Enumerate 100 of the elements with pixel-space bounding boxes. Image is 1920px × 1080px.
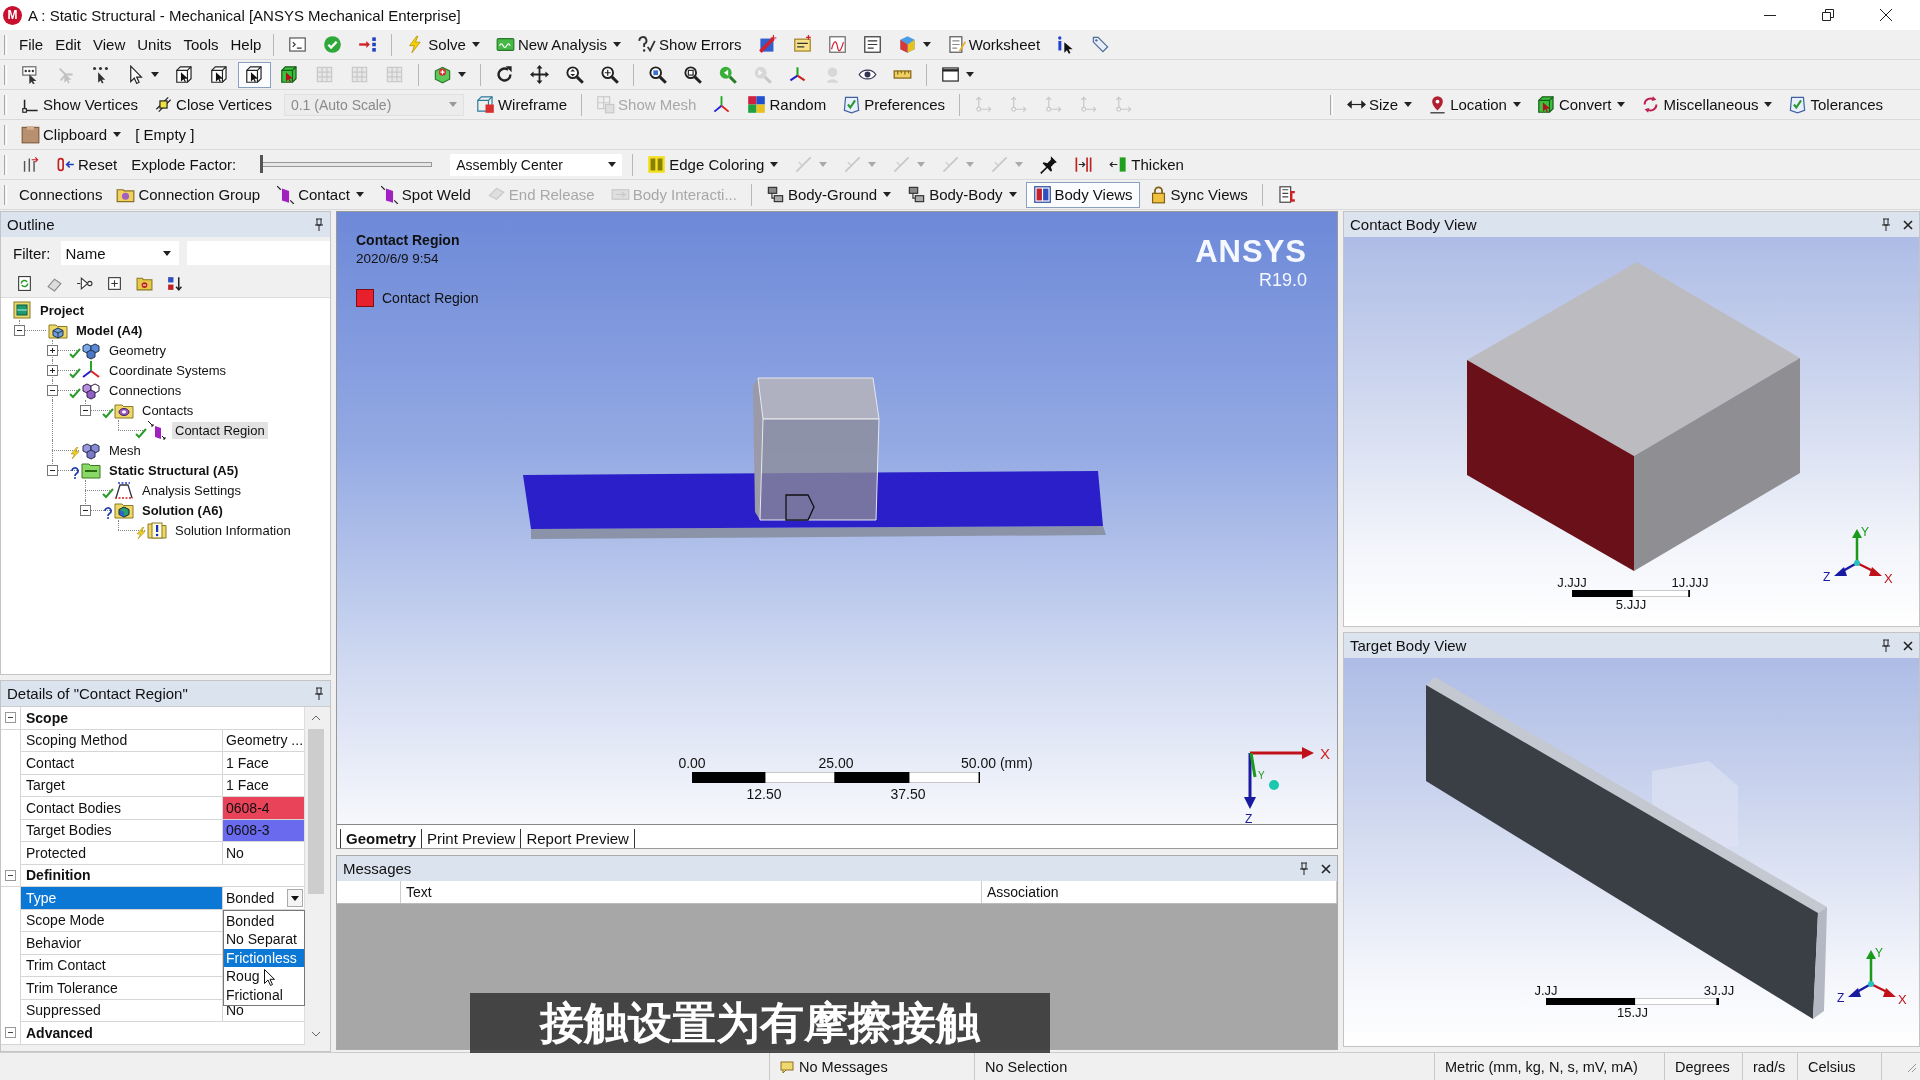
close-icon[interactable] — [1903, 219, 1913, 230]
toolbar-button[interactable]: Close Vertices — [147, 91, 279, 118]
chevron-down-icon[interactable] — [311, 1031, 321, 1037]
property-label[interactable]: Scope Mode — [20, 909, 223, 932]
filter-dropdown[interactable]: Name — [60, 241, 179, 265]
toolbar-button[interactable]: Sync Views — [1141, 181, 1255, 208]
close-icon[interactable] — [1903, 640, 1913, 651]
tree-item[interactable]: Geometry — [106, 341, 170, 359]
pin-icon[interactable] — [1881, 218, 1891, 231]
tool-button[interactable] — [238, 61, 271, 88]
collapse-icon[interactable] — [80, 505, 91, 516]
tree-item[interactable]: Contacts — [139, 401, 197, 419]
filter-input[interactable] — [186, 241, 330, 265]
unit-system[interactable]: Metric (mm, kg, N, s, mV, mA) — [1445, 1058, 1638, 1075]
tree-item[interactable]: Connections — [106, 381, 185, 399]
column-header[interactable]: Text — [401, 881, 982, 903]
pin-icon[interactable] — [1299, 862, 1309, 875]
expand-icon[interactable] — [47, 345, 58, 356]
toolbar-button[interactable]: Worksheet — [939, 31, 1048, 58]
refresh-icon[interactable] — [16, 274, 33, 292]
property-label[interactable]: Trim Contact — [20, 954, 223, 977]
graphics-viewport[interactable]: Contact Region 2020/6/9 9:54 Contact Region ANSYS R19.0 0.00 25.00 50.00 (mm) 12.50 37.50 X Y Z — [337, 212, 1337, 824]
property-label[interactable]: Scoping Method — [20, 729, 223, 752]
pin-icon[interactable] — [314, 687, 324, 700]
sort-icon[interactable] — [166, 274, 183, 292]
toolbar-button[interactable]: Edge Coloring — [640, 151, 786, 178]
toolbar-button[interactable]: New Analysis — [488, 31, 629, 58]
collapse-icon[interactable] — [47, 465, 58, 476]
tree-item[interactable]: Solution (A6) — [139, 501, 226, 519]
dropdown-field[interactable]: Assembly Center — [450, 153, 623, 176]
pin-icon[interactable] — [314, 218, 324, 231]
toolbar-button[interactable]: Reset — [49, 151, 125, 178]
dropdown-option[interactable]: Bonded — [224, 911, 304, 931]
scrollbar[interactable] — [304, 707, 327, 1045]
toolbar-button[interactable]: Body-Ground — [758, 181, 899, 208]
chevron-up-icon[interactable] — [311, 715, 321, 721]
block-model[interactable] — [1467, 262, 1800, 571]
dropdown-option[interactable]: Frictionless — [224, 948, 304, 968]
restore-icon[interactable] — [1822, 9, 1834, 21]
toolbar-button[interactable]: Clipboard — [14, 121, 129, 148]
tree-item[interactable]: Mesh — [106, 441, 144, 459]
tree-item[interactable]: Analysis Settings — [139, 481, 244, 499]
plate-and-block-model[interactable] — [523, 377, 1106, 539]
toolbar-button[interactable]: Wireframe — [468, 91, 575, 118]
collapse-icon[interactable] — [5, 869, 16, 881]
close-icon[interactable] — [1321, 863, 1331, 874]
property-label[interactable]: Target — [20, 774, 223, 797]
pin-icon[interactable] — [1881, 639, 1891, 652]
property-label[interactable]: Contact Bodies — [20, 797, 223, 820]
menu-item[interactable]: Tools — [177, 33, 225, 56]
property-label[interactable]: Contact — [20, 752, 223, 775]
toolbar-button[interactable]: Miscellaneous — [1634, 91, 1780, 118]
section-header[interactable]: Advanced — [20, 1022, 304, 1045]
toolbar-button[interactable]: Location — [1421, 91, 1528, 118]
expand-icon[interactable] — [47, 365, 58, 376]
slab-model[interactable] — [1426, 677, 1827, 1019]
temperature-unit[interactable]: Celsius — [1808, 1058, 1856, 1075]
toolbar-button[interactable]: Body-Body — [900, 181, 1024, 208]
collapse-icon[interactable] — [5, 1027, 16, 1039]
property-label[interactable]: Trim Tolerance — [20, 977, 223, 1000]
property-label[interactable]: Protected — [20, 842, 223, 865]
toolbar-button[interactable]: Contact — [269, 181, 371, 208]
section-header[interactable]: Scope — [20, 707, 304, 730]
menu-item[interactable]: File — [13, 33, 50, 56]
toolbar-button[interactable]: Size — [1340, 91, 1420, 118]
dropdown-option[interactable]: Roug — [224, 967, 304, 986]
menu-item[interactable]: Help — [224, 33, 268, 56]
tree-item[interactable]: Contact Region — [172, 421, 268, 439]
expand-all-icon[interactable] — [106, 274, 123, 292]
property-label[interactable]: Target Bodies — [20, 819, 223, 842]
angle-unit[interactable]: Degrees — [1675, 1058, 1730, 1075]
collapse-icon[interactable] — [5, 712, 16, 724]
tree-item[interactable]: Static Structural (A5) — [106, 461, 242, 479]
toolbar-button[interactable]: Tolerances — [1781, 91, 1891, 118]
toolbar-button[interactable]: Show Vertices — [14, 91, 146, 118]
toolbar-button[interactable]: Show Errors — [630, 31, 749, 58]
close-icon[interactable] — [1880, 9, 1892, 21]
collapse-icon[interactable] — [80, 405, 91, 416]
column-header[interactable]: Association — [982, 881, 1337, 903]
scroll-thumb[interactable] — [308, 729, 324, 894]
slider-thumb[interactable] — [260, 155, 264, 173]
property-dropdown[interactable]: Bonded — [223, 887, 304, 910]
property-label[interactable]: Suppressed — [20, 999, 223, 1022]
collapse-icon[interactable] — [14, 325, 25, 336]
property-label[interactable]: Behavior — [20, 932, 223, 955]
tree-item[interactable]: Model (A4) — [73, 321, 146, 339]
toolbar-button[interactable]: Random — [740, 91, 834, 118]
angular-velocity-unit[interactable]: rad/s — [1753, 1058, 1786, 1075]
toolbar-button[interactable]: Body Views — [1025, 181, 1140, 208]
menu-item[interactable]: Units — [131, 33, 178, 56]
toolbar-button[interactable]: Thicken — [1102, 151, 1191, 178]
tree-item[interactable]: Coordinate Systems — [106, 361, 230, 379]
toolbar-button[interactable]: Connection Group — [109, 181, 268, 208]
property-label[interactable]: Type — [20, 887, 223, 910]
toolbar-button[interactable]: Solve — [399, 31, 487, 58]
toolbar-button[interactable]: Convert — [1529, 91, 1633, 118]
dropdown-option[interactable]: No Separat — [224, 930, 304, 949]
tree-item[interactable]: Solution Information — [172, 521, 294, 539]
collapse-icon[interactable] — [47, 385, 58, 396]
toolbar-button[interactable]: Preferences — [835, 91, 953, 118]
